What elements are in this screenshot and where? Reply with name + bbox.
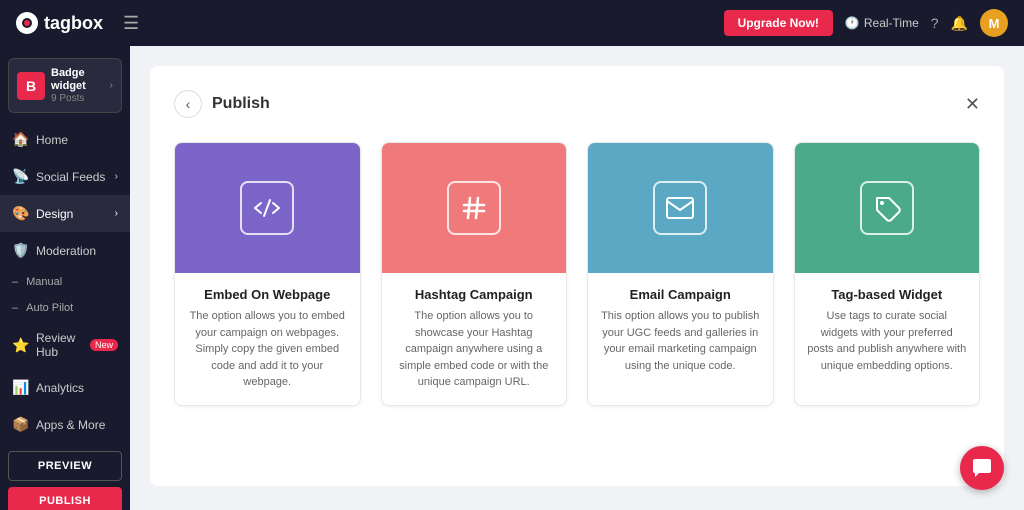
hashtag-card-body: Hashtag Campaign The option allows you t… (382, 273, 567, 405)
sidebar-label-manual: Manual (26, 276, 62, 288)
tag-widget-card[interactable]: Tag-based Widget Use tags to curate soci… (794, 142, 981, 406)
sidebar-label-review-hub: Review Hub (36, 331, 78, 359)
embed-card-title: Embed On Webpage (187, 287, 348, 302)
help-button[interactable]: ? (931, 15, 939, 31)
sidebar-item-review-hub[interactable]: ⭐ Review Hub New (0, 321, 130, 369)
widget-selector[interactable]: B Badge widget 9 Posts › (8, 58, 122, 113)
email-card-desc: This option allows you to publish your U… (600, 308, 761, 374)
widget-chevron-icon: › (110, 80, 113, 91)
review-hub-badge: New (90, 339, 118, 351)
hashtag-card-image (382, 143, 567, 273)
social-feeds-chevron-icon: › (115, 171, 118, 182)
apps-more-icon: 📦 (12, 416, 28, 433)
widget-subtitle: 9 Posts (51, 93, 104, 104)
sidebar-item-design[interactable]: 🎨 Design › (0, 195, 130, 232)
analytics-icon: 📊 (12, 379, 28, 396)
sidebar-label-analytics: Analytics (36, 381, 84, 395)
sidebar-label-social-feeds: Social Feeds (36, 170, 105, 184)
sidebar-item-autopilot[interactable]: Auto Pilot (0, 295, 130, 321)
sidebar-label-design: Design (36, 207, 73, 221)
sidebar: B Badge widget 9 Posts › 🏠 Home 📡 Social… (0, 46, 130, 510)
publish-panel: ‹ Publish ✕ (150, 66, 1004, 486)
sidebar-item-social-feeds[interactable]: 📡 Social Feeds › (0, 158, 130, 195)
sidebar-item-analytics[interactable]: 📊 Analytics (0, 369, 130, 406)
logo-icon (16, 12, 38, 34)
upgrade-button[interactable]: Upgrade Now! (724, 10, 833, 36)
sidebar-item-manual[interactable]: Manual (0, 269, 130, 295)
sidebar-label-home: Home (36, 133, 68, 147)
email-card[interactable]: Email Campaign This option allows you to… (587, 142, 774, 406)
sidebar-nav: 🏠 Home 📡 Social Feeds › 🎨 Design › 🛡️ Mo… (0, 117, 130, 443)
tag-widget-card-image (795, 143, 980, 273)
sidebar-label-moderation: Moderation (36, 244, 96, 258)
tag-widget-card-desc: Use tags to curate social widgets with y… (807, 308, 968, 374)
email-card-image (588, 143, 773, 273)
email-card-body: Email Campaign This option allows you to… (588, 273, 773, 388)
widget-icon: B (17, 72, 45, 100)
main-layout: B Badge widget 9 Posts › 🏠 Home 📡 Social… (0, 46, 1024, 510)
embed-card-image (175, 143, 360, 273)
design-chevron-icon: › (115, 208, 118, 219)
design-icon: 🎨 (12, 205, 28, 222)
home-icon: 🏠 (12, 131, 28, 148)
user-avatar[interactable]: M (980, 9, 1008, 37)
preview-button[interactable]: PREVIEW (8, 451, 122, 481)
logo: tagbox (16, 12, 103, 34)
tag-widget-card-title: Tag-based Widget (807, 287, 968, 302)
back-button[interactable]: ‹ (174, 90, 202, 118)
widget-info: Badge widget 9 Posts (51, 67, 104, 104)
publish-header: ‹ Publish ✕ (174, 90, 980, 118)
embed-card-desc: The option allows you to embed your camp… (187, 308, 348, 391)
publish-cards-grid: Embed On Webpage The option allows you t… (174, 142, 980, 406)
email-icon (653, 181, 707, 235)
chat-bubble-button[interactable] (960, 446, 1004, 490)
sidebar-label-autopilot: Auto Pilot (26, 302, 73, 314)
hashtag-icon (447, 181, 501, 235)
hashtag-card[interactable]: Hashtag Campaign The option allows you t… (381, 142, 568, 406)
realtime-indicator: 🕐 Real-Time (845, 16, 919, 30)
email-card-title: Email Campaign (600, 287, 761, 302)
sidebar-item-home[interactable]: 🏠 Home (0, 121, 130, 158)
widget-title: Badge widget (51, 67, 104, 93)
moderation-icon: 🛡️ (12, 242, 28, 259)
hamburger-icon[interactable]: ☰ (123, 13, 139, 34)
clock-icon: 🕐 (845, 16, 860, 30)
notifications-button[interactable]: 🔔 (951, 15, 968, 32)
publish-title: Publish (212, 95, 270, 113)
hashtag-card-desc: The option allows you to showcase your H… (394, 308, 555, 391)
top-navbar: tagbox ☰ Upgrade Now! 🕐 Real-Time ? 🔔 M (0, 0, 1024, 46)
sidebar-item-moderation[interactable]: 🛡️ Moderation (0, 232, 130, 269)
sidebar-bottom: PREVIEW PUBLISH (0, 443, 130, 510)
hashtag-card-title: Hashtag Campaign (394, 287, 555, 302)
embed-card[interactable]: Embed On Webpage The option allows you t… (174, 142, 361, 406)
tag-widget-card-body: Tag-based Widget Use tags to curate soci… (795, 273, 980, 388)
publish-button[interactable]: PUBLISH (8, 487, 122, 510)
tag-icon (860, 181, 914, 235)
sidebar-label-apps-more: Apps & More (36, 418, 105, 432)
review-hub-icon: ⭐ (12, 337, 28, 354)
embed-card-body: Embed On Webpage The option allows you t… (175, 273, 360, 405)
sidebar-item-apps-more[interactable]: 📦 Apps & More (0, 406, 130, 443)
logo-text: tagbox (44, 13, 103, 34)
embed-icon (240, 181, 294, 235)
social-feeds-icon: 📡 (12, 168, 28, 185)
content-area: ‹ Publish ✕ (130, 46, 1024, 510)
close-button[interactable]: ✕ (965, 95, 980, 113)
